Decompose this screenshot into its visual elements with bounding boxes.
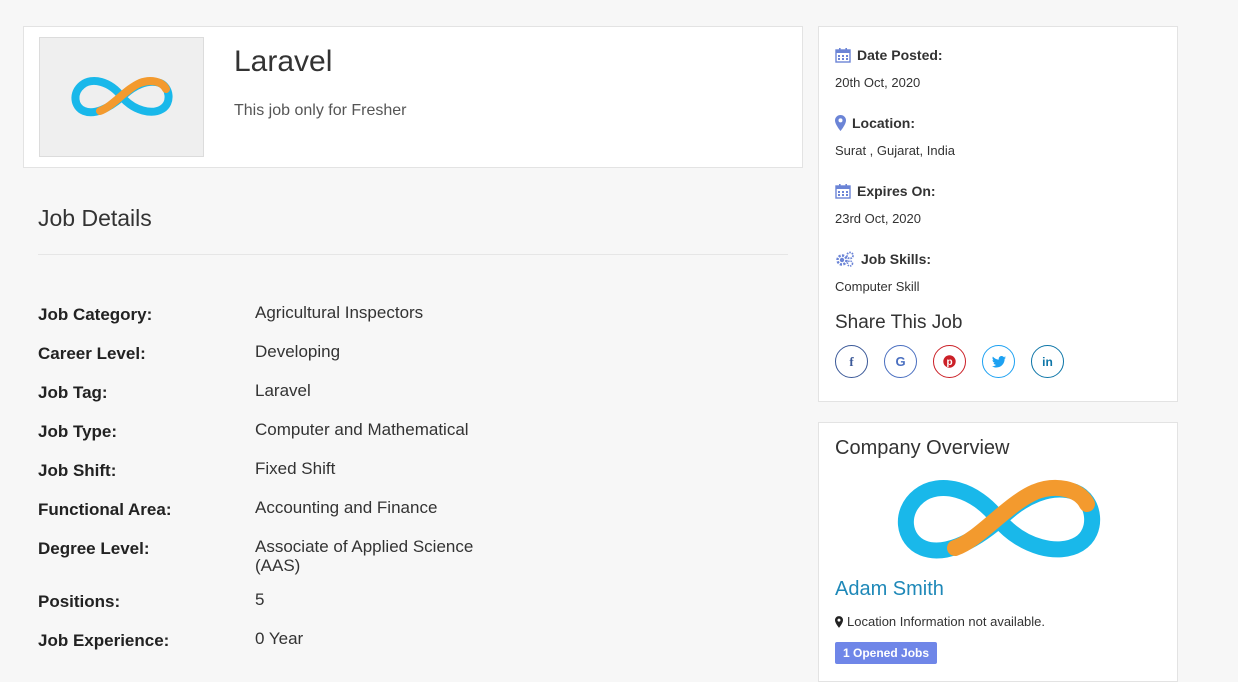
share-pinterest-button[interactable]: p: [933, 345, 966, 378]
twitter-icon: [991, 355, 1006, 367]
job-skills: Job Skills: Computer Skill: [835, 251, 931, 294]
expires-value: 23rd Oct, 2020: [835, 211, 921, 226]
expires-label: Expires On:: [857, 183, 936, 199]
company-logo-icon: [897, 480, 1101, 559]
location-label: Location:: [852, 115, 915, 131]
gears-icon: [836, 251, 854, 267]
share-linkedin-button[interactable]: in: [1031, 345, 1064, 378]
map-marker-icon: [835, 615, 843, 628]
detail-label: Functional Area:: [38, 500, 172, 519]
company-location: Location Information not available.: [835, 614, 1045, 629]
detail-label: Job Shift:: [38, 461, 117, 480]
job-header-card: Laravel This job only for Fresher: [23, 26, 803, 168]
google-icon: G: [895, 354, 906, 369]
expires-on: Expires On: 23rd Oct, 2020: [835, 183, 936, 226]
detail-value: Associate of Applied Science (AAS): [255, 537, 474, 575]
pinterest-icon: p: [943, 355, 956, 368]
detail-value: Agricultural Inspectors: [255, 303, 424, 322]
share-google-button[interactable]: G: [884, 345, 917, 378]
detail-label: Career Level:: [38, 344, 146, 363]
map-marker-icon: [835, 115, 846, 131]
detail-label: Job Tag:: [38, 383, 108, 402]
share-twitter-button[interactable]: [982, 345, 1015, 378]
detail-value: Developing: [255, 342, 341, 361]
detail-value: 5: [255, 590, 265, 609]
detail-label: Job Category:: [38, 305, 153, 324]
job-info-card: Date Posted: 20th Oct, 2020 Location: Su…: [818, 26, 1178, 402]
share-facebook-button[interactable]: f: [835, 345, 868, 378]
company-overview-card: Company Overview Adam Smith Location Inf…: [818, 422, 1178, 682]
divider: [38, 254, 788, 255]
job-title: Laravel: [234, 45, 333, 78]
job-subtitle: This job only for Fresher: [234, 102, 407, 119]
svg-text:p: p: [946, 357, 952, 368]
company-location-text: Location Information not available.: [847, 614, 1046, 629]
company-overview-heading: Company Overview: [835, 437, 1010, 459]
date-posted-value: 20th Oct, 2020: [835, 75, 921, 90]
detail-value: Computer and Mathematical: [255, 420, 469, 439]
facebook-icon: f: [849, 353, 854, 369]
job-logo: [39, 37, 204, 157]
infinity-logo-icon: [71, 77, 172, 117]
detail-label: Job Type:: [38, 422, 118, 441]
location-value: Surat , Gujarat, India: [835, 143, 955, 158]
detail-value: Accounting and Finance: [255, 498, 438, 517]
detail-label: Degree Level:: [38, 539, 150, 558]
linkedin-icon: in: [1042, 354, 1053, 369]
opened-jobs-badge[interactable]: 1 Opened Jobs: [835, 642, 938, 664]
detail-value: Fixed Shift: [255, 459, 336, 478]
detail-value: 0 Year: [255, 629, 304, 648]
calendar-icon: [835, 184, 851, 199]
share-heading: Share This Job: [835, 312, 963, 333]
date-posted-label: Date Posted:: [857, 47, 943, 63]
company-name-link[interactable]: Adam Smith: [835, 578, 944, 601]
location: Location: Surat , Gujarat, India: [835, 115, 955, 158]
detail-label: Job Experience:: [38, 631, 170, 650]
date-posted: Date Posted: 20th Oct, 2020: [835, 47, 943, 90]
skills-label: Job Skills:: [861, 251, 932, 267]
calendar-icon: [835, 48, 851, 63]
skills-value: Computer Skill: [835, 279, 920, 294]
job-details-heading: Job Details: [38, 205, 152, 231]
detail-label: Positions:: [38, 592, 121, 611]
detail-value: Laravel: [255, 381, 311, 400]
